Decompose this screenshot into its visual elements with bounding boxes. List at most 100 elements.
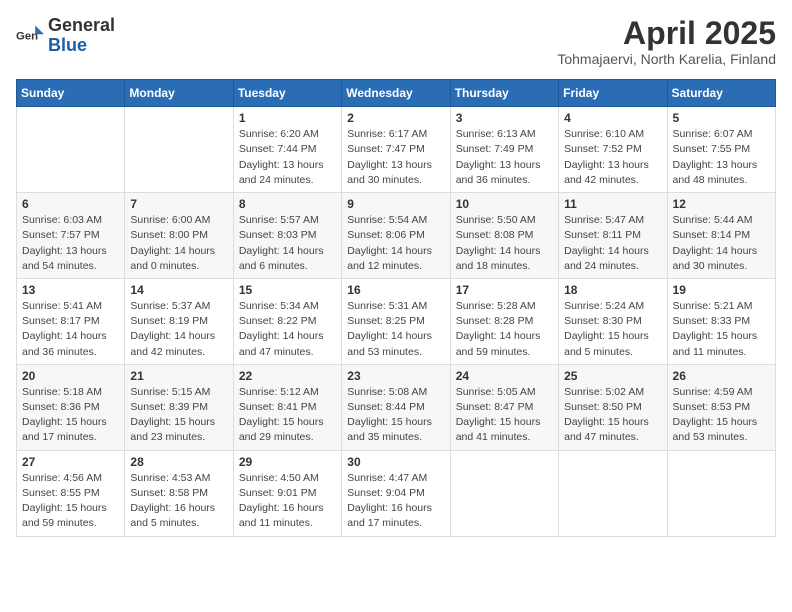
logo-icon: Gen	[16, 22, 44, 50]
calendar-cell: 14 Sunrise: 5:37 AMSunset: 8:19 PMDayligh…	[125, 278, 233, 364]
calendar-cell	[450, 450, 558, 536]
calendar-cell: 7 Sunrise: 6:00 AMSunset: 8:00 PMDaylight…	[125, 193, 233, 279]
day-info: Sunrise: 5:12 AMSunset: 8:41 PMDaylight:…	[239, 385, 336, 446]
day-info: Sunrise: 5:15 AMSunset: 8:39 PMDaylight:…	[130, 385, 227, 446]
day-number: 5	[673, 111, 770, 125]
calendar-cell: 30 Sunrise: 4:47 AMSunset: 9:04 PMDayligh…	[342, 450, 450, 536]
day-number: 17	[456, 283, 553, 297]
day-info: Sunrise: 5:28 AMSunset: 8:28 PMDaylight:…	[456, 299, 553, 360]
page-header: Gen General Blue April 2025 Tohmajaervi,…	[16, 16, 776, 67]
calendar-cell	[667, 450, 775, 536]
day-number: 20	[22, 369, 119, 383]
month-title: April 2025	[557, 16, 776, 51]
day-number: 15	[239, 283, 336, 297]
calendar-cell: 19 Sunrise: 5:21 AMSunset: 8:33 PMDayligh…	[667, 278, 775, 364]
calendar-cell: 12 Sunrise: 5:44 AMSunset: 8:14 PMDayligh…	[667, 193, 775, 279]
location-title: Tohmajaervi, North Karelia, Finland	[557, 51, 776, 67]
calendar-cell: 5 Sunrise: 6:07 AMSunset: 7:55 PMDaylight…	[667, 107, 775, 193]
day-number: 12	[673, 197, 770, 211]
day-info: Sunrise: 4:53 AMSunset: 8:58 PMDaylight:…	[130, 471, 227, 532]
title-block: April 2025 Tohmajaervi, North Karelia, F…	[557, 16, 776, 67]
calendar-cell: 21Sunrise: 5:15 AMSunset: 8:39 PMDayligh…	[125, 364, 233, 450]
day-number: 16	[347, 283, 444, 297]
svg-text:Gen: Gen	[16, 31, 38, 43]
calendar-cell: 3 Sunrise: 6:13 AMSunset: 7:49 PMDaylight…	[450, 107, 558, 193]
day-number: 11	[564, 197, 661, 211]
logo: Gen General Blue	[16, 16, 115, 56]
day-info: Sunrise: 5:34 AMSunset: 8:22 PMDaylight:…	[239, 299, 336, 360]
calendar-week-2: 6 Sunrise: 6:03 AMSunset: 7:57 PMDaylight…	[17, 193, 776, 279]
day-info: Sunrise: 5:24 AMSunset: 8:30 PMDaylight:…	[564, 299, 661, 360]
day-info: Sunrise: 6:10 AMSunset: 7:52 PMDaylight:…	[564, 127, 661, 188]
calendar-cell: 13 Sunrise: 5:41 AMSunset: 8:17 PMDayligh…	[17, 278, 125, 364]
calendar-header-row: SundayMondayTuesdayWednesdayThursdayFrid…	[17, 80, 776, 107]
calendar-week-1: 1 Sunrise: 6:20 AMSunset: 7:44 PMDaylight…	[17, 107, 776, 193]
day-number: 6	[22, 197, 119, 211]
day-header-friday: Friday	[559, 80, 667, 107]
day-number: 4	[564, 111, 661, 125]
day-info: Sunrise: 6:03 AMSunset: 7:57 PMDaylight:…	[22, 213, 119, 274]
day-info: Sunrise: 6:00 AMSunset: 8:00 PMDaylight:…	[130, 213, 227, 274]
day-info: Sunrise: 5:02 AMSunset: 8:50 PMDaylight:…	[564, 385, 661, 446]
day-info: Sunrise: 5:08 AMSunset: 8:44 PMDaylight:…	[347, 385, 444, 446]
logo-general: General	[48, 15, 115, 35]
calendar-body: 1 Sunrise: 6:20 AMSunset: 7:44 PMDaylight…	[17, 107, 776, 536]
day-header-monday: Monday	[125, 80, 233, 107]
day-header-thursday: Thursday	[450, 80, 558, 107]
calendar-cell: 26Sunrise: 4:59 AMSunset: 8:53 PMDayligh…	[667, 364, 775, 450]
day-number: 2	[347, 111, 444, 125]
day-number: 7	[130, 197, 227, 211]
calendar-week-4: 20Sunrise: 5:18 AMSunset: 8:36 PMDayligh…	[17, 364, 776, 450]
calendar-cell	[559, 450, 667, 536]
calendar-cell: 29Sunrise: 4:50 AMSunset: 9:01 PMDayligh…	[233, 450, 341, 536]
day-info: Sunrise: 4:47 AMSunset: 9:04 PMDaylight:…	[347, 471, 444, 532]
calendar-cell: 16Sunrise: 5:31 AMSunset: 8:25 PMDayligh…	[342, 278, 450, 364]
day-number: 23	[347, 369, 444, 383]
calendar-cell: 8Sunrise: 5:57 AMSunset: 8:03 PMDaylight…	[233, 193, 341, 279]
day-number: 30	[347, 455, 444, 469]
day-number: 3	[456, 111, 553, 125]
calendar-cell: 28Sunrise: 4:53 AMSunset: 8:58 PMDayligh…	[125, 450, 233, 536]
day-number: 19	[673, 283, 770, 297]
day-info: Sunrise: 6:07 AMSunset: 7:55 PMDaylight:…	[673, 127, 770, 188]
calendar-cell: 17 Sunrise: 5:28 AMSunset: 8:28 PMDayligh…	[450, 278, 558, 364]
day-header-saturday: Saturday	[667, 80, 775, 107]
day-info: Sunrise: 4:56 AMSunset: 8:55 PMDaylight:…	[22, 471, 119, 532]
calendar-cell: 23 Sunrise: 5:08 AMSunset: 8:44 PMDayligh…	[342, 364, 450, 450]
calendar-cell: 15 Sunrise: 5:34 AMSunset: 8:22 PMDayligh…	[233, 278, 341, 364]
day-info: Sunrise: 5:41 AMSunset: 8:17 PMDaylight:…	[22, 299, 119, 360]
day-number: 22	[239, 369, 336, 383]
day-number: 1	[239, 111, 336, 125]
day-info: Sunrise: 4:50 AMSunset: 9:01 PMDaylight:…	[239, 471, 336, 532]
logo-blue: Blue	[48, 35, 87, 55]
calendar-cell: 6 Sunrise: 6:03 AMSunset: 7:57 PMDaylight…	[17, 193, 125, 279]
day-info: Sunrise: 6:13 AMSunset: 7:49 PMDaylight:…	[456, 127, 553, 188]
day-info: Sunrise: 5:44 AMSunset: 8:14 PMDaylight:…	[673, 213, 770, 274]
calendar-cell: 9Sunrise: 5:54 AMSunset: 8:06 PMDaylight…	[342, 193, 450, 279]
calendar-cell: 11Sunrise: 5:47 AMSunset: 8:11 PMDayligh…	[559, 193, 667, 279]
calendar-week-3: 13 Sunrise: 5:41 AMSunset: 8:17 PMDayligh…	[17, 278, 776, 364]
calendar-cell: 25Sunrise: 5:02 AMSunset: 8:50 PMDayligh…	[559, 364, 667, 450]
day-info: Sunrise: 6:20 AMSunset: 7:44 PMDaylight:…	[239, 127, 336, 188]
day-info: Sunrise: 5:37 AMSunset: 8:19 PMDaylight:…	[130, 299, 227, 360]
day-header-sunday: Sunday	[17, 80, 125, 107]
calendar-cell	[125, 107, 233, 193]
day-number: 24	[456, 369, 553, 383]
calendar-cell: 18 Sunrise: 5:24 AMSunset: 8:30 PMDayligh…	[559, 278, 667, 364]
day-info: Sunrise: 5:21 AMSunset: 8:33 PMDaylight:…	[673, 299, 770, 360]
day-number: 27	[22, 455, 119, 469]
day-number: 13	[22, 283, 119, 297]
day-number: 10	[456, 197, 553, 211]
day-header-wednesday: Wednesday	[342, 80, 450, 107]
day-number: 14	[130, 283, 227, 297]
calendar-cell: 27 Sunrise: 4:56 AMSunset: 8:55 PMDayligh…	[17, 450, 125, 536]
calendar-cell: 24Sunrise: 5:05 AMSunset: 8:47 PMDayligh…	[450, 364, 558, 450]
calendar-week-5: 27 Sunrise: 4:56 AMSunset: 8:55 PMDayligh…	[17, 450, 776, 536]
calendar-table: SundayMondayTuesdayWednesdayThursdayFrid…	[16, 79, 776, 536]
day-number: 26	[673, 369, 770, 383]
day-number: 18	[564, 283, 661, 297]
calendar-cell: 1 Sunrise: 6:20 AMSunset: 7:44 PMDaylight…	[233, 107, 341, 193]
day-info: Sunrise: 5:57 AMSunset: 8:03 PMDaylight:…	[239, 213, 336, 274]
day-header-tuesday: Tuesday	[233, 80, 341, 107]
day-info: Sunrise: 5:54 AMSunset: 8:06 PMDaylight:…	[347, 213, 444, 274]
